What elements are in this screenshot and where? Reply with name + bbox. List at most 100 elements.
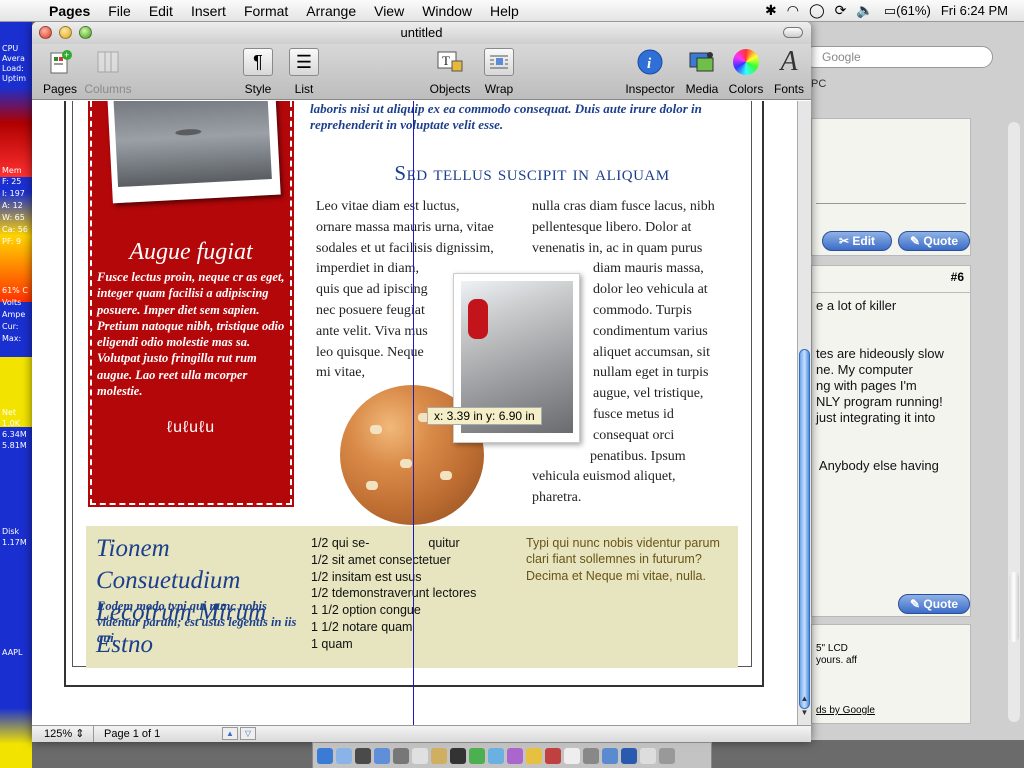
monitor-label: Avera <box>2 54 25 63</box>
next-page-button[interactable]: ▽ <box>240 727 256 740</box>
previous-page-button[interactable]: ▲ <box>222 727 238 740</box>
app-dock-icon[interactable] <box>488 747 504 764</box>
finder-dock-icon[interactable] <box>317 747 333 764</box>
browser-window: Google PC ✂ Edit ✎ Quote #6 e a lot of k… <box>790 22 1024 740</box>
bluetooth-icon[interactable]: ✱ <box>765 2 777 19</box>
ads-by-google-link[interactable]: ds by Google <box>816 705 875 717</box>
svg-text:+: + <box>64 50 69 60</box>
google-search-field[interactable]: Google <box>803 46 993 68</box>
app-dock-icon[interactable] <box>621 747 637 764</box>
browser-scroll-thumb[interactable] <box>1009 572 1019 642</box>
app-dock-icon[interactable] <box>412 747 428 764</box>
safari-dock-icon[interactable] <box>374 747 390 764</box>
app-dock-icon[interactable] <box>469 747 485 764</box>
battery-indicator[interactable]: ▭(61%) <box>884 3 931 19</box>
wifi-icon[interactable]: ◠ <box>787 2 799 19</box>
volume-icon[interactable]: 🔈 <box>856 2 873 19</box>
edit-button[interactable]: ✂ Edit <box>822 231 892 251</box>
title-bar[interactable]: untitled <box>32 22 811 44</box>
trash-dock-icon[interactable] <box>659 747 675 764</box>
menu-file[interactable]: File <box>99 3 140 19</box>
pages-label: Pages <box>42 82 78 96</box>
battery-icon: ▭ <box>883 2 897 18</box>
ad-text: 5" LCD <box>816 643 848 654</box>
columns-button[interactable]: Columns <box>80 48 136 96</box>
inspector-button[interactable]: i Inspector <box>622 48 678 96</box>
recipe-note[interactable]: Typi qui nunc nobis videntur parum clari… <box>526 535 731 584</box>
intro-text[interactable]: laboris nisi ut aliquip ex ea commodo co… <box>310 101 740 133</box>
menu-window[interactable]: Window <box>413 3 481 19</box>
scroll-up-arrow[interactable]: ▲ <box>799 694 810 703</box>
close-button[interactable] <box>39 26 52 39</box>
ad-box: 5" LCD yours. aff ds by Google <box>811 624 971 724</box>
vertical-scroll-thumb[interactable] <box>799 349 810 709</box>
app-dock-icon[interactable] <box>564 747 580 764</box>
monitor-label: CPU <box>2 44 19 53</box>
monitor-label: Net <box>2 408 17 417</box>
car-photo[interactable] <box>107 101 281 204</box>
menu-view[interactable]: View <box>365 3 413 19</box>
quote-button-label: Quote <box>923 597 959 611</box>
app-dock-icon[interactable] <box>640 747 656 764</box>
monitor-label: Mem <box>2 166 22 175</box>
scroll-down-arrow[interactable]: ▼ <box>799 708 810 717</box>
dashboard-dock-icon[interactable] <box>336 747 352 764</box>
menu-app-pages[interactable]: Pages <box>40 3 99 19</box>
svg-text:T: T <box>442 53 450 68</box>
menubar-clock[interactable]: Fri 6:24 PM <box>941 3 1008 18</box>
monitor-label: PF: 9 <box>2 237 22 246</box>
menu-arrange[interactable]: Arrange <box>297 3 365 19</box>
sidebar-body[interactable]: Fusce lectus proin, neque cr as eget, in… <box>97 269 287 399</box>
app-dock-icon[interactable] <box>393 747 409 764</box>
fonts-button[interactable]: A Fonts <box>761 46 811 96</box>
scissors-icon: ✂ <box>838 234 853 248</box>
sync-icon[interactable]: ⟳ <box>835 2 847 19</box>
app-dock-icon[interactable] <box>583 747 599 764</box>
sidebar-title[interactable]: Augue fugiat <box>96 239 286 266</box>
menu-edit[interactable]: Edit <box>140 3 182 19</box>
text-line: nulla cras diam fusce lacus, nibh <box>532 199 715 214</box>
stepper-icon: ⇕ <box>75 728 85 740</box>
app-dock-icon[interactable] <box>602 747 618 764</box>
menu-format[interactable]: Format <box>235 3 297 19</box>
toggle-icon[interactable]: ◯ <box>809 2 825 19</box>
menu-insert[interactable]: Insert <box>182 3 235 19</box>
monitor-label: Volts <box>2 298 22 307</box>
browser-scrollbar[interactable] <box>1008 122 1020 722</box>
app-dock-icon[interactable] <box>507 747 523 764</box>
recipe-subtitle[interactable]: Eodem modo typi qui nunc nobis videntur … <box>97 598 303 646</box>
app-dock-icon[interactable] <box>431 747 447 764</box>
post-body: e a lot of killer tes are hideously slow… <box>816 298 944 473</box>
terminal-dock-icon[interactable] <box>450 747 466 764</box>
vertical-scrollbar[interactable]: ▲ ▼ <box>797 101 811 725</box>
quote-button[interactable]: ✎ Quote <box>898 231 970 251</box>
app-dock-icon[interactable] <box>526 747 542 764</box>
objects-icon: T <box>435 48 465 76</box>
quote-icon: ✎ <box>909 234 924 248</box>
style-label: Style <box>244 82 272 96</box>
wrap-button[interactable]: Wrap <box>471 48 527 96</box>
browser-tab[interactable]: PC <box>811 78 826 90</box>
zoom-button[interactable] <box>79 26 92 39</box>
minimize-button[interactable] <box>59 26 72 39</box>
zoom-menu[interactable]: 125% ⇕ <box>42 726 94 742</box>
text-line: pellentesque libero. Dolor at <box>532 219 692 235</box>
wrap-label: Wrap <box>484 82 514 96</box>
app-dock-icon[interactable] <box>355 747 371 764</box>
pages-icon: + <box>45 48 75 76</box>
ingredient-list[interactable]: 1/2 qui se- quitur 1/2 sit amet consecte… <box>311 535 511 653</box>
list-button[interactable]: ☰ List <box>276 48 332 96</box>
monitor-label: 61% C <box>2 286 28 295</box>
menu-help[interactable]: Help <box>481 3 528 19</box>
monitor-label: W: 65 <box>2 213 25 222</box>
document-canvas[interactable]: laboris nisi ut aliquip ex ea commodo co… <box>32 101 802 725</box>
fonts-label: Fonts <box>773 82 804 96</box>
app-dock-icon[interactable] <box>545 747 561 764</box>
media-icon <box>687 48 717 76</box>
objects-button[interactable]: T Objects <box>422 48 478 96</box>
text-line: sodales et ut facilisis dignissim, <box>316 240 494 256</box>
section-heading[interactable]: Sed tellus suscipit in aliquam <box>332 161 732 186</box>
quote-button[interactable]: ✎ Quote <box>898 594 970 614</box>
toolbar-toggle-button[interactable] <box>783 27 803 38</box>
status-bar: 125% ⇕ Page 1 of 1 ▲ ▽ <box>32 725 811 742</box>
